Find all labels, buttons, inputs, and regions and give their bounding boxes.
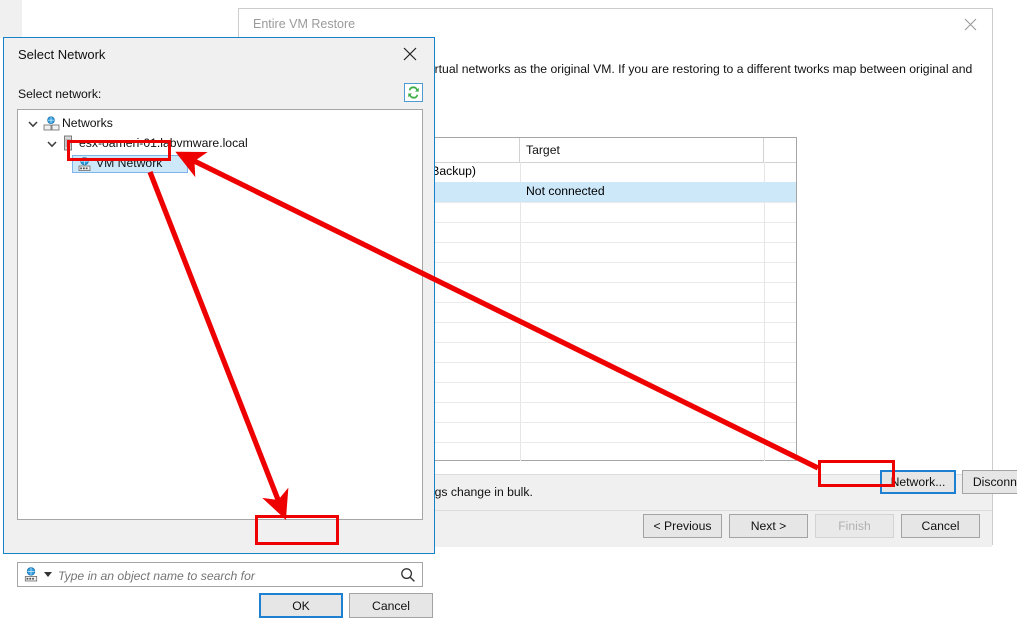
column-header-target[interactable]: Target — [520, 138, 764, 162]
network-object-icon[interactable] — [23, 567, 39, 586]
select-network-dialog[interactable]: Select Network Select network: Networks … — [3, 37, 435, 618]
previous-button[interactable]: < Previous — [643, 514, 722, 538]
tree-item-label: esx-oameri-01.labvmware.local — [79, 136, 248, 150]
backdrop-left-strip — [0, 0, 22, 38]
disconnect-button[interactable]: Disconnect — [962, 470, 1017, 494]
grid-vline-1 — [520, 162, 521, 461]
chevron-down-icon[interactable] — [46, 138, 60, 152]
search-icon[interactable] — [394, 564, 421, 585]
dialog-body: Select network: Networks esx-oameri-01.l… — [4, 76, 434, 618]
row-target: Not connected — [526, 184, 605, 198]
next-button[interactable]: Next > — [729, 514, 808, 538]
tree-item-host[interactable]: esx-oameri-01.labvmware.local — [18, 135, 422, 155]
search-input[interactable] — [56, 566, 395, 586]
chevron-down-icon[interactable] — [27, 118, 41, 132]
host-icon — [62, 135, 74, 155]
select-network-label: Select network: — [18, 87, 102, 101]
wizard-title: Entire VM Restore — [253, 17, 356, 31]
ok-button[interactable]: OK — [259, 593, 343, 618]
tree-item-networks[interactable]: Networks — [18, 115, 422, 135]
search-box[interactable] — [17, 562, 423, 587]
grid-vline-2 — [764, 162, 765, 461]
tree-item-vm-network[interactable]: VM Network — [72, 155, 188, 173]
tree-item-label: VM Network — [96, 156, 163, 170]
tree-item-label: Networks — [62, 116, 113, 130]
network-tree[interactable]: Networks esx-oameri-01.labvmware.local V… — [17, 109, 423, 520]
finish-button: Finish — [815, 514, 894, 538]
refresh-icon[interactable] — [404, 83, 423, 102]
cancel-button[interactable]: Cancel — [349, 593, 433, 618]
chevron-down-icon[interactable] — [44, 572, 52, 577]
column-header-extra[interactable] — [764, 138, 796, 162]
close-icon[interactable] — [388, 40, 432, 68]
close-icon[interactable] — [948, 9, 992, 39]
cancel-button[interactable]: Cancel — [901, 514, 980, 538]
network-button[interactable]: Network... — [880, 470, 956, 494]
dialog-title: Select Network — [18, 47, 106, 62]
networks-icon — [43, 116, 60, 135]
network-icon — [77, 157, 92, 175]
